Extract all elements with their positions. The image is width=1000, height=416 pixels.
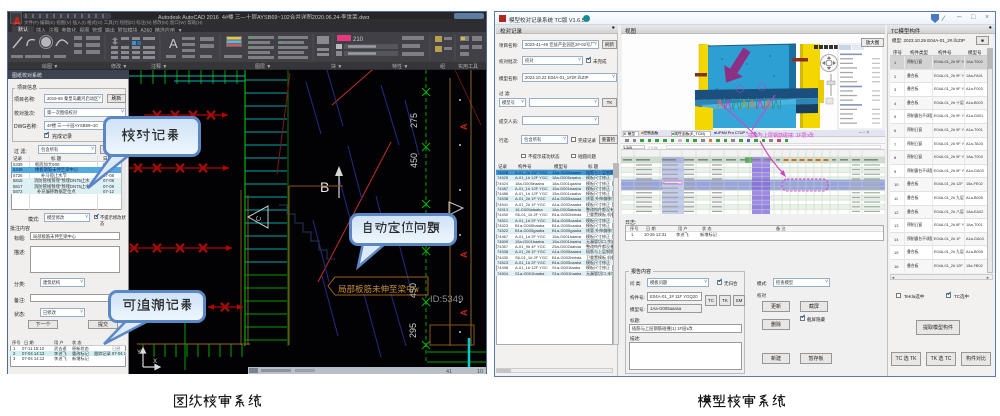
svg-text:450: 450 (409, 153, 419, 168)
svg-text:10: 10 (477, 369, 483, 374)
svg-text:B: B (320, 179, 329, 195)
svg-text:A: A (459, 309, 469, 316)
svg-text:A: A (169, 36, 178, 51)
svg-text:275: 275 (409, 113, 419, 128)
svg-text:Y: Y (137, 350, 141, 356)
svg-text:A: A (459, 123, 469, 130)
svg-text:210: 210 (353, 37, 364, 43)
svg-text:A: A (459, 251, 469, 258)
svg-text:295: 295 (408, 323, 418, 338)
svg-text:X: X (153, 359, 157, 365)
svg-text:41: 41 (446, 369, 452, 374)
svg-text:局部板筋未伸至梁中𝑥: 局部板筋未伸至梁中𝑥 (338, 284, 421, 294)
svg-text:ID:5349: ID:5349 (430, 294, 463, 305)
svg-text:C: C (255, 215, 263, 222)
